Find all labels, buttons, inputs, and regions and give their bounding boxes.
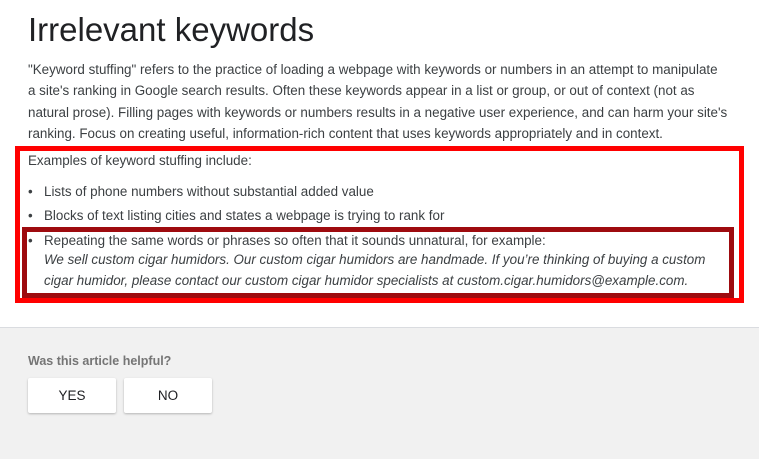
yes-button[interactable]: YES [28, 378, 116, 413]
bullet-icon: • [28, 208, 33, 223]
bullet-icon: • [28, 233, 33, 248]
example-quote: We sell custom cigar humidors. Our custo… [44, 252, 706, 288]
list-item-text: Repeating the same words or phrases so o… [44, 233, 546, 248]
list-item-text: Blocks of text listing cities and states… [44, 208, 445, 223]
bullet-icon: • [28, 184, 33, 199]
no-button[interactable]: NO [124, 378, 212, 413]
article-content: Irrelevant keywords "Keyword stuffing" r… [0, 0, 759, 327]
page-title: Irrelevant keywords [28, 11, 315, 48]
intro-paragraph: "Keyword stuffing" refers to the practic… [28, 62, 728, 141]
examples-heading: Examples of keyword stuffing include: [28, 153, 252, 168]
feedback-question: Was this article helpful? [28, 354, 172, 368]
list-item-text: Lists of phone numbers without substanti… [44, 184, 374, 199]
